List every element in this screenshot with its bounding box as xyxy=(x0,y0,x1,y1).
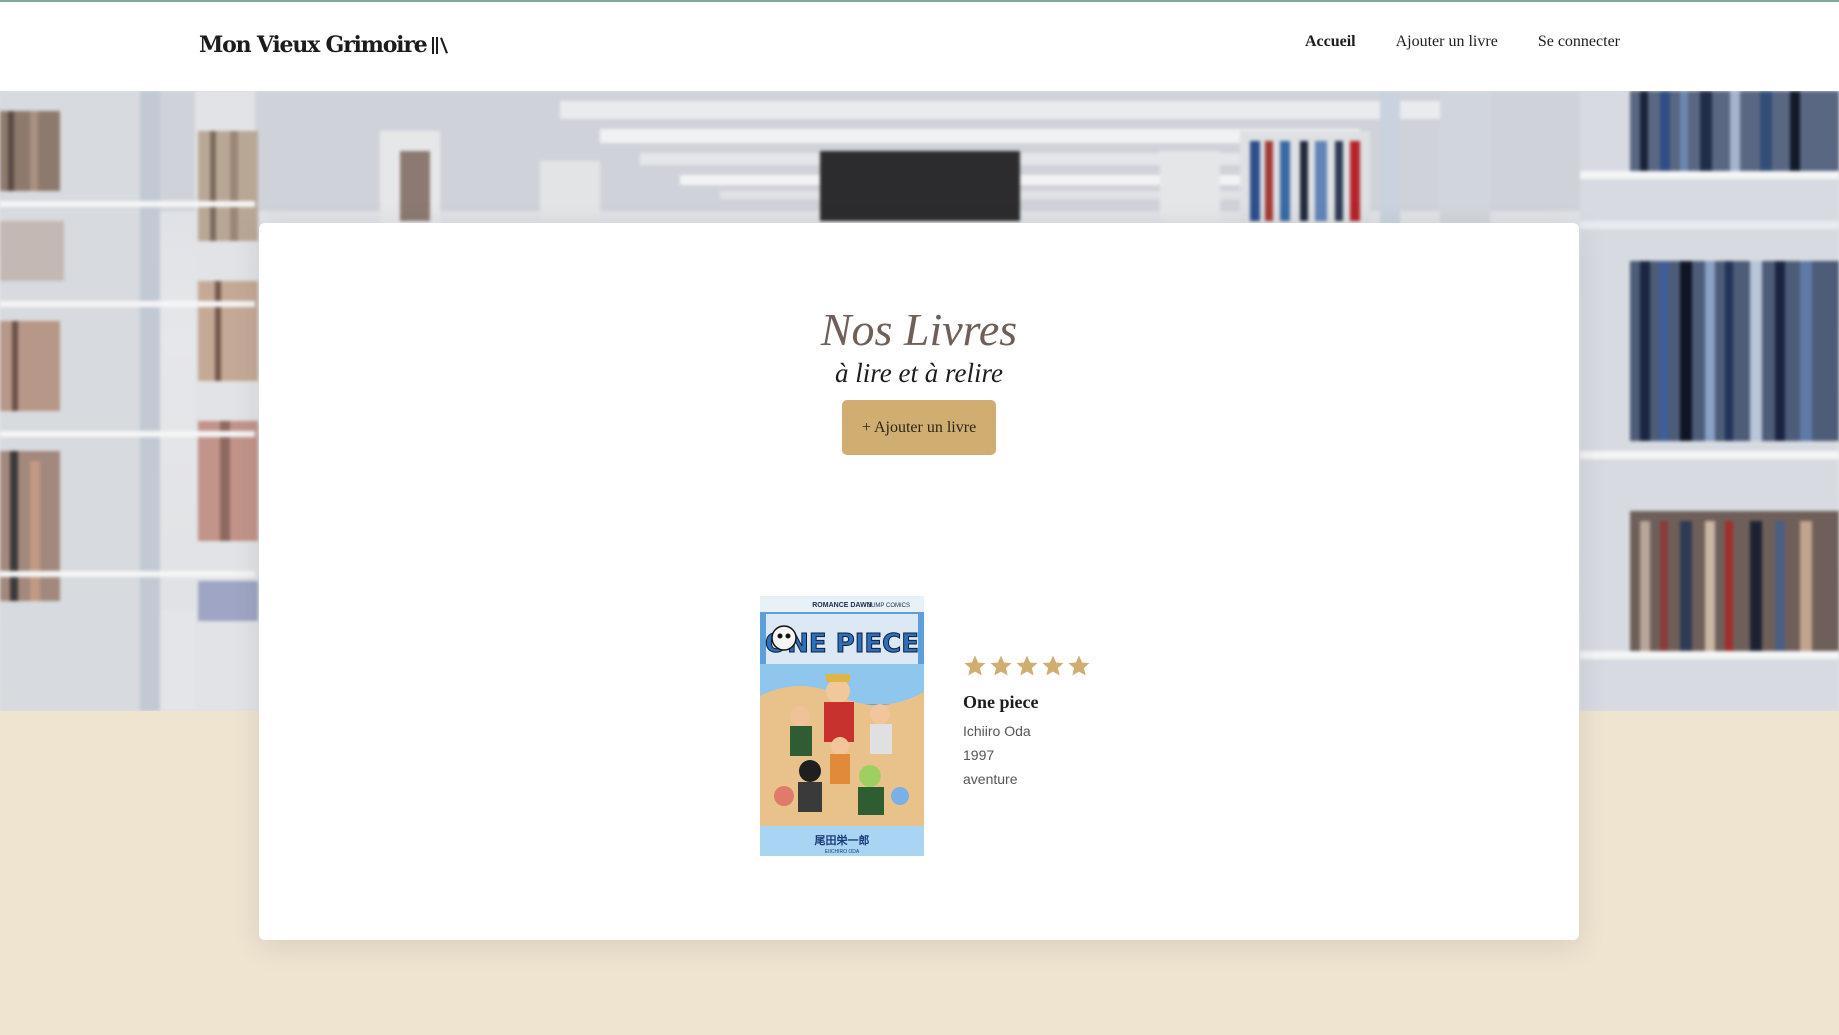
book-year: 1997 xyxy=(963,747,995,763)
book-title[interactable]: One piece xyxy=(963,692,1091,713)
cover-publisher-text: JUMP COMICS xyxy=(868,603,910,609)
site-header: Mon Vieux Grimoire Accueil Ajouter un li… xyxy=(0,0,1839,91)
books-icon xyxy=(431,37,448,54)
main-nav: Accueil Ajouter un livre Se connecter xyxy=(1305,33,1620,51)
logo-text: Mon Vieux Grimoire xyxy=(199,32,428,58)
book-info: One piece Ichiiro Oda 1997 aventure xyxy=(963,596,1091,856)
cover-top-text: ROMANCE DAWN xyxy=(812,602,872,609)
book-item[interactable]: ROMANCE DAWN JUMP COMICS ONE PIECE 尾田栄一郎… xyxy=(760,596,1091,856)
star-icon xyxy=(1042,655,1064,676)
book-cover-image[interactable]: ROMANCE DAWN JUMP COMICS ONE PIECE 尾田栄一郎… xyxy=(760,596,924,856)
star-icon xyxy=(990,655,1012,676)
books-card: Nos Livres à lire et à relire + Ajouter … xyxy=(259,223,1579,940)
book-genre: aventure xyxy=(963,771,1018,787)
site-logo[interactable]: Mon Vieux Grimoire xyxy=(199,32,451,58)
star-icon xyxy=(1068,655,1090,676)
nav-item-accueil[interactable]: Accueil xyxy=(1305,33,1356,51)
star-icon xyxy=(964,655,986,676)
book-author: Ichiiro Oda xyxy=(963,723,1031,739)
book-rating xyxy=(963,654,1091,678)
nav-item-ajouter-livre[interactable]: Ajouter un livre xyxy=(1396,33,1498,51)
nav-item-se-connecter[interactable]: Se connecter xyxy=(1538,33,1620,51)
star-icon xyxy=(1016,655,1038,676)
cover-author-romaji: EIICHIRO ODA xyxy=(825,849,860,855)
add-book-button[interactable]: + Ajouter un livre xyxy=(842,400,996,455)
cover-author-jp: 尾田栄一郎 xyxy=(814,833,870,847)
page-title: Nos Livres xyxy=(820,304,1018,355)
book-meta: Ichiiro Oda 1997 aventure xyxy=(963,719,1091,791)
page-subtitle: à lire et à relire xyxy=(835,358,1003,388)
